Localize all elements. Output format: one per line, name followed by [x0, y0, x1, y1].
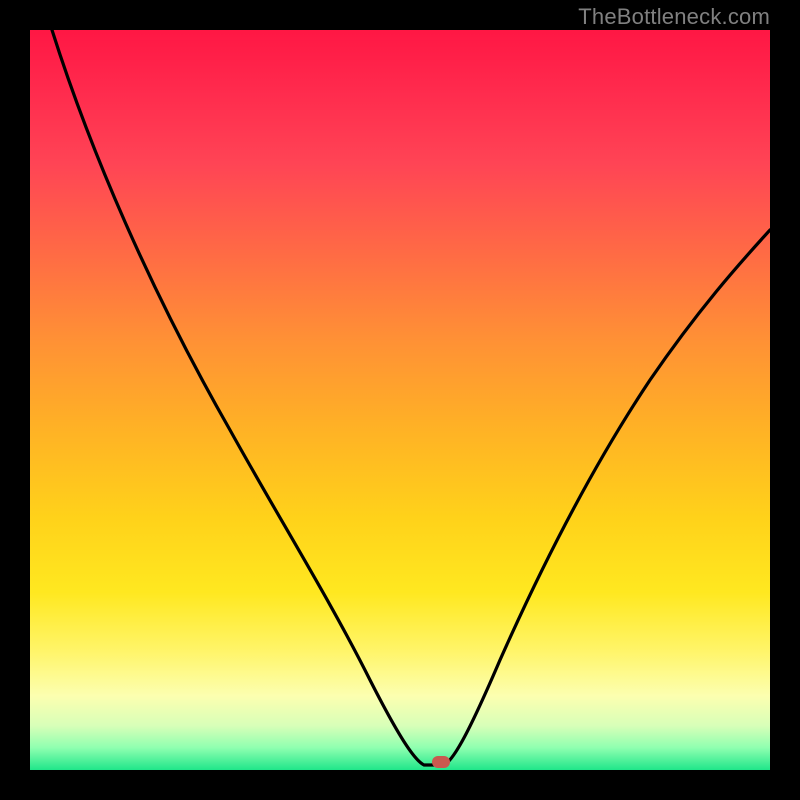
minimum-marker: [432, 756, 450, 768]
chart-frame: TheBottleneck.com: [0, 0, 800, 800]
curve-right-arm: [444, 230, 770, 765]
chart-plot-area: [30, 30, 770, 770]
curve-left-arm: [52, 30, 444, 765]
bottleneck-curve: [30, 30, 770, 770]
attribution-text: TheBottleneck.com: [578, 4, 770, 30]
